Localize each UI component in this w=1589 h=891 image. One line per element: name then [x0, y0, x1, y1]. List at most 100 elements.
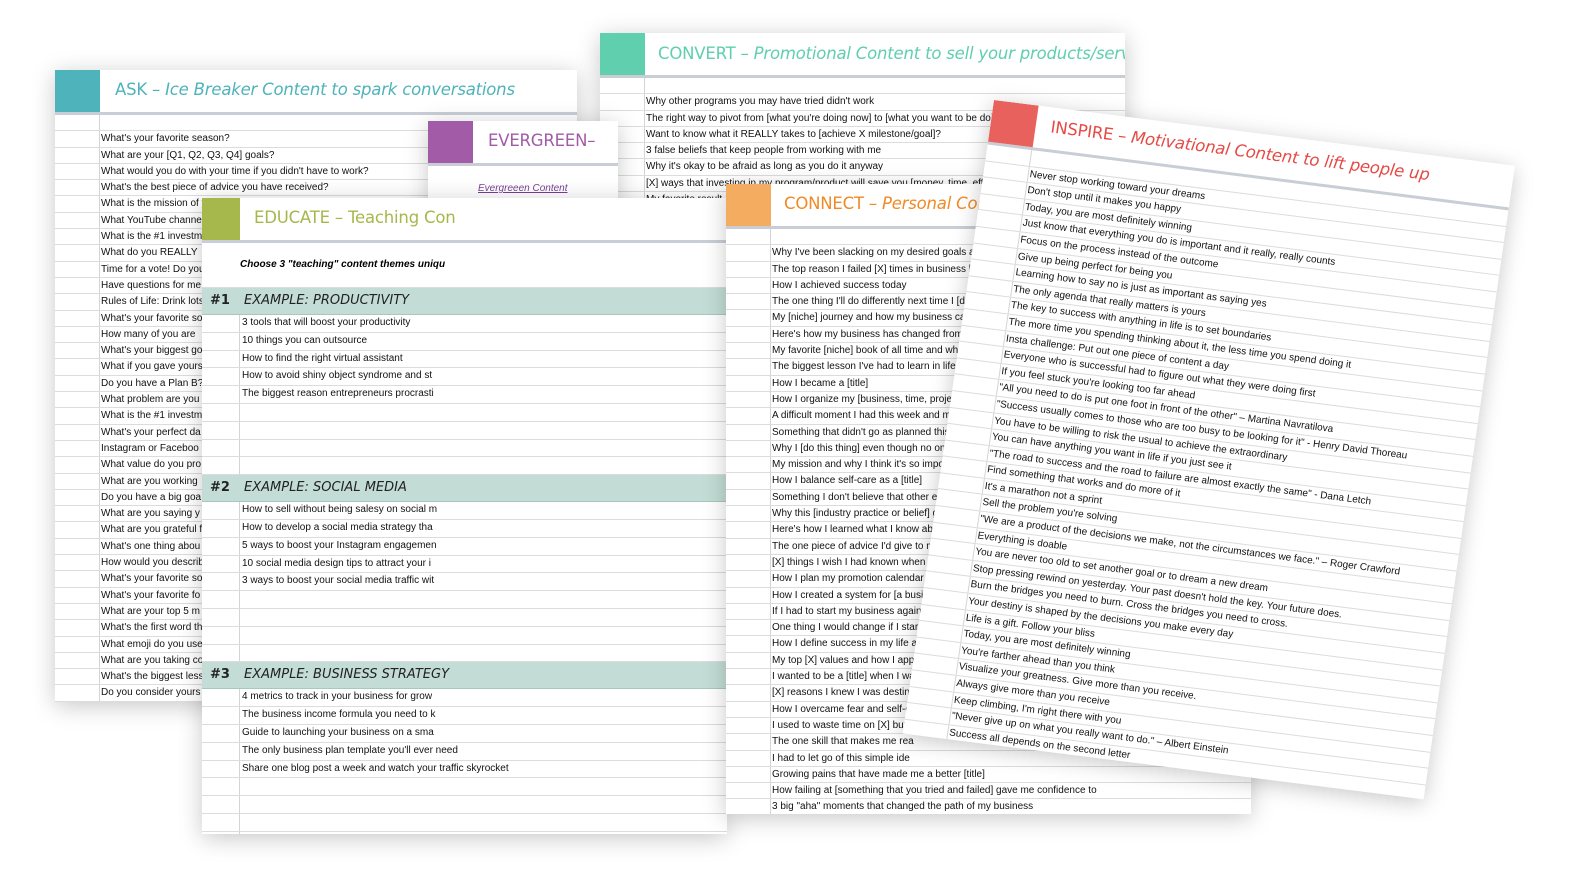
educate-row[interactable] — [202, 813, 727, 832]
cell-text: Share one blog post a week and watch you… — [242, 762, 509, 774]
row-header-cell — [55, 424, 100, 440]
educate-row[interactable] — [202, 457, 727, 476]
row-header-cell — [202, 831, 240, 834]
educate-row[interactable] — [202, 831, 727, 834]
cell-text: What's the first word th — [101, 622, 203, 634]
educate-row[interactable]: 3 tools that will boost your productivit… — [202, 315, 727, 333]
row-header-cell — [55, 473, 100, 489]
row-header-cell — [726, 229, 771, 245]
educate-row[interactable]: How to find the right virtual assistant — [202, 350, 727, 369]
row-header-cell — [726, 603, 771, 620]
row-header-cell — [726, 440, 771, 457]
educate-row[interactable]: Guide to launching your business on a sm… — [202, 724, 727, 743]
educate-row[interactable]: How to sell without being salesy on soci… — [202, 502, 727, 520]
row-header-cell — [202, 315, 240, 332]
row-header-cell — [202, 537, 240, 555]
educate-row[interactable]: How to develop a social media strategy t… — [202, 519, 727, 538]
educate-row[interactable] — [202, 644, 727, 663]
cell-text: Something that didn't go as planned this… — [772, 426, 960, 438]
row-header-cell — [726, 277, 771, 294]
educate-row[interactable]: The only business plan template you'll e… — [202, 742, 727, 761]
row-header-cell — [202, 813, 240, 831]
row-header-cell — [726, 473, 771, 489]
row-header-cell — [55, 131, 100, 147]
row-header-cell — [55, 408, 100, 424]
educate-instruction-row: Choose 3 "teaching" content themes uniqu — [202, 243, 727, 288]
row-header-cell — [726, 343, 771, 359]
inspire-sheet: INSPIRE – Motivational Content to lift p… — [902, 100, 1515, 800]
cell-text: The right way to pivot from [what you're… — [646, 112, 1007, 124]
cell-text: Do you have a big goa — [101, 491, 202, 503]
educate-row[interactable]: 5 ways to boost your Instagram engagemen — [202, 537, 727, 556]
ask-title: ASK – Ice Breaker Content to spark conve… — [115, 80, 515, 99]
connect-row[interactable]: 3 big "aha" moments that changed the pat… — [726, 799, 1251, 814]
row-header-cell — [202, 457, 240, 475]
educate-row[interactable]: 10 social media design tips to attract y… — [202, 555, 727, 574]
row-header-cell — [726, 408, 771, 424]
educate-row[interactable] — [202, 608, 727, 627]
row-header-cell — [726, 766, 771, 783]
cell-text: What emoji do you use — [101, 638, 203, 650]
connect-row[interactable]: How failing at [something that you tried… — [726, 783, 1251, 800]
section-number: #3 — [210, 667, 230, 683]
cell-text: I wanted to be a [title] when I was — [772, 671, 920, 683]
educate-row[interactable] — [202, 421, 727, 440]
educate-row[interactable]: 4 metrics to track in your business for … — [202, 689, 727, 708]
educate-row[interactable] — [202, 778, 727, 797]
row-header-cell — [202, 644, 240, 662]
row-header-cell — [202, 724, 240, 742]
educate-section-header: #1 EXAMPLE: PRODUCTIVITY — [202, 288, 727, 315]
convert-row[interactable] — [600, 78, 1125, 95]
educate-row[interactable] — [202, 439, 727, 458]
educate-row[interactable]: Share one blog post a week and watch you… — [202, 760, 727, 779]
row-header-cell — [726, 701, 771, 717]
educate-row[interactable]: 10 things you can outsource — [202, 332, 727, 351]
row-header-cell — [55, 196, 100, 212]
cell-text: Why I've been slacking on my desired goa… — [772, 247, 986, 259]
row-header-cell — [55, 180, 100, 196]
cell-text: The one piece of advice I'd give to my — [772, 540, 940, 552]
row-header-cell — [202, 350, 240, 368]
connect-row[interactable]: Growing pains that have made me a better… — [726, 766, 1251, 784]
row-header-cell — [726, 294, 771, 310]
section-number: #1 — [210, 293, 230, 308]
cell-text: Instagram or Faceboo — [101, 442, 199, 454]
cell-text: [X] things I wish I had known when I s — [772, 556, 939, 568]
educate-title-subtitle: Teaching Con — [347, 208, 456, 227]
educate-row[interactable]: 3 ways to boost your social media traffi… — [202, 573, 727, 592]
row-header-cell — [55, 294, 100, 310]
section-title: EXAMPLE: PRODUCTIVITY — [244, 293, 410, 308]
row-header-cell — [202, 439, 240, 457]
educate-section-header: #2 EXAMPLE: SOCIAL MEDIA — [202, 475, 727, 503]
educate-row[interactable]: How to avoid shiny object syndrome and s… — [202, 368, 727, 387]
educate-row[interactable] — [202, 626, 727, 645]
row-header-cell — [202, 573, 240, 591]
educate-title: EDUCATE – Teaching Con — [254, 208, 456, 227]
cell-text: What problem are you — [101, 394, 200, 406]
connect-title-label: CONNECT — [784, 194, 864, 213]
cell-text: The only business plan template you'll e… — [242, 744, 458, 756]
evergreen-content-link[interactable]: Evergreeen Content — [478, 183, 568, 194]
cell-text: What are you saying y — [101, 508, 200, 520]
row-header-cell — [55, 115, 100, 131]
cell-text: What's the biggest less — [101, 671, 204, 683]
educate-row[interactable] — [202, 796, 727, 814]
cell-text: How to develop a social media strategy t… — [242, 521, 433, 533]
row-header-cell — [55, 555, 100, 571]
row-header-cell — [55, 147, 100, 163]
evergreen-header: EVERGREEN– — [428, 121, 618, 166]
row-header-cell — [726, 685, 771, 701]
row-header-cell — [726, 554, 771, 571]
row-header-cell — [202, 608, 240, 626]
row-header-cell — [202, 502, 240, 519]
cell-text: What are your top 5 m — [101, 605, 200, 617]
section-number: #2 — [210, 480, 230, 496]
row-header-cell — [55, 620, 100, 636]
cell-text: What YouTube channe — [101, 214, 202, 226]
educate-row[interactable] — [202, 403, 727, 422]
educate-row[interactable] — [202, 591, 727, 609]
educate-row[interactable]: The business income formula you need to … — [202, 707, 727, 725]
educate-row[interactable]: The biggest reason entrepreneurs procras… — [202, 386, 727, 404]
row-header-cell — [202, 555, 240, 573]
evergreen-title: EVERGREEN– — [488, 131, 596, 150]
